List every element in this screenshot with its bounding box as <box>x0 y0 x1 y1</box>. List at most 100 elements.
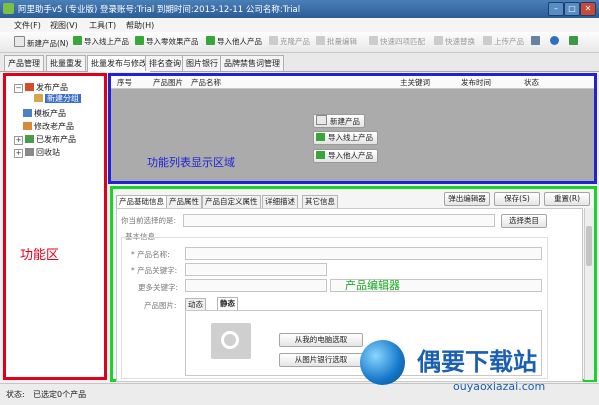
quick-replace-button[interactable]: 快速替换 <box>434 36 475 48</box>
more-keyword-field[interactable] <box>185 279 327 292</box>
menu-help[interactable]: 帮助(H) <box>126 20 154 31</box>
edit-icon <box>23 122 32 130</box>
import-online-button[interactable]: 导入线上产品 <box>73 36 129 48</box>
tree-node-template[interactable]: 模板产品 <box>23 108 66 119</box>
product-name-field[interactable] <box>185 247 542 260</box>
import-icon <box>316 133 325 141</box>
col-publish-time[interactable]: 发布时间 <box>461 77 491 88</box>
keyword-label: * 产品关键字: <box>131 266 178 275</box>
select-category-button[interactable]: 选择类目 <box>501 214 547 228</box>
function-area-annotation: 功能区 <box>20 248 60 263</box>
import-icon <box>316 151 325 159</box>
save-button[interactable]: 保存(S) <box>494 192 540 206</box>
col-name[interactable]: 产品名称 <box>191 77 221 88</box>
expand-icon[interactable]: + <box>14 149 23 158</box>
clone-button[interactable]: 克隆产品 <box>269 36 310 48</box>
col-index[interactable]: 序号 <box>117 77 132 88</box>
camera-placeholder-icon <box>211 323 251 359</box>
status-value: 已选定0个产品 <box>33 390 87 399</box>
minimize-button[interactable]: – <box>548 2 564 16</box>
etab-description[interactable]: 详细描述 <box>262 195 298 208</box>
name-label: * 产品名称: <box>131 250 170 259</box>
close-button[interactable]: ✕ <box>580 2 596 16</box>
upload-icon <box>483 36 492 45</box>
keyword-field[interactable] <box>185 263 327 276</box>
tab-rank-query[interactable]: 排名查询 <box>145 55 185 71</box>
tree-node-recycle[interactable]: + 回收站 <box>14 147 60 158</box>
scrollbar-thumb[interactable] <box>586 226 592 266</box>
list-import-online-button[interactable]: 导入线上产品 <box>313 131 378 145</box>
maximize-button[interactable]: □ <box>564 2 580 16</box>
popup-editor-button[interactable]: 弹出编辑器 <box>444 192 490 206</box>
etab-attributes[interactable]: 产品属性 <box>166 195 202 208</box>
replace-icon <box>434 36 443 45</box>
menu-file[interactable]: 文件(F) <box>14 20 41 31</box>
from-image-bank-button[interactable]: 从图片银行选取 <box>279 353 363 367</box>
more-keyword-label: 更多关键字: <box>138 283 179 292</box>
folder-icon <box>25 135 34 143</box>
import-icon <box>206 36 215 45</box>
watermark-logo-icon <box>360 340 405 385</box>
menu-view[interactable]: 视图(V) <box>50 20 78 31</box>
edit-icon <box>316 36 325 45</box>
title-bar: 阿里助手v5 (专业版) 登录账号:Trial 到期时间:2013-12-11 … <box>0 0 599 18</box>
watermark: 偶要下载站 ouyaoxiazai.com <box>355 330 599 404</box>
watermark-text: 偶要下载站 <box>417 348 537 376</box>
etab-custom-attributes[interactable]: 产品自定义属性 <box>202 195 261 208</box>
folder-icon <box>25 83 34 91</box>
import-zero-button[interactable]: 导入零效果产品 <box>135 36 199 48</box>
new-product-button[interactable]: 新建产品(N) <box>14 36 68 48</box>
list-area-annotation: 功能列表显示区域 <box>147 156 235 169</box>
image-label: 产品图片: <box>144 301 177 310</box>
folder-icon <box>34 94 43 102</box>
col-status[interactable]: 状态 <box>524 77 539 88</box>
batch-edit-button[interactable]: 批量编辑 <box>316 36 357 48</box>
tab-brand-words[interactable]: 品牌禁售词管理 <box>220 55 284 71</box>
tab-batch-publish-modify[interactable]: 批量发布与修改 <box>87 55 151 72</box>
user-icon <box>569 36 578 45</box>
tree-node-new-group[interactable]: 新建分组 <box>34 93 81 104</box>
tab-batch-republish[interactable]: 批量重发 <box>46 55 86 71</box>
from-computer-button[interactable]: 从我的电脑选取 <box>279 333 363 347</box>
list-header: 序号 产品图片 产品名称 主关键词 发布时间 状态 <box>111 76 594 89</box>
editor-annotation: 产品编辑器 <box>345 279 400 292</box>
list-new-product-button[interactable]: 新建产品 <box>313 114 365 128</box>
etab-other[interactable]: 其它信息 <box>302 195 338 208</box>
col-keyword[interactable]: 主关键词 <box>400 77 430 88</box>
recycle-bin-icon <box>25 148 34 156</box>
settings-button[interactable] <box>531 36 542 48</box>
collapse-icon[interactable]: − <box>14 84 23 93</box>
tree-node-published[interactable]: + 已发布产品 <box>14 134 76 145</box>
product-list-panel: 序号 产品图片 产品名称 主关键词 发布时间 状态 新建产品 导入线上产品 导入… <box>108 73 597 184</box>
window-title: 阿里助手v5 (专业版) 登录账号:Trial 到期时间:2013-12-11 … <box>18 5 301 15</box>
status-label: 状态: <box>6 390 25 399</box>
main-tab-bar: 产品管理 批量重发 批量发布与修改 排名查询 图片银行 品牌禁售词管理 <box>0 53 599 72</box>
image-tab-static[interactable]: 静态 <box>217 297 238 310</box>
help-button[interactable] <box>550 36 561 48</box>
new-doc-icon <box>14 36 25 47</box>
gear-icon <box>531 36 540 45</box>
category-label: 你当前选择的是: <box>121 216 177 225</box>
user-button[interactable] <box>569 36 580 48</box>
tree-node-publish[interactable]: − 发布产品 <box>14 82 68 93</box>
toolbar: 新建产品(N) 导入线上产品 导入零效果产品 导入他人产品 克隆产品 批量编辑 … <box>0 32 599 53</box>
list-import-others-button[interactable]: 导入他人产品 <box>313 149 378 163</box>
reset-button[interactable]: 重置(R) <box>544 192 590 206</box>
expand-icon[interactable]: + <box>14 136 23 145</box>
template-icon <box>23 109 32 117</box>
import-icon <box>73 36 82 45</box>
tab-product-manage[interactable]: 产品管理 <box>4 55 44 71</box>
upload-button[interactable]: 上传产品 <box>483 36 524 48</box>
category-field[interactable] <box>183 214 495 227</box>
tree-node-modify-old[interactable]: 修改老产品 <box>23 121 74 132</box>
import-others-button[interactable]: 导入他人产品 <box>206 36 262 48</box>
quick-match-button[interactable]: 快速四项匹配 <box>369 36 425 48</box>
menu-bar: 文件(F) 视图(V) 工具(T) 帮助(H) <box>0 18 599 33</box>
new-doc-icon <box>316 115 327 125</box>
tab-image-bank[interactable]: 图片银行 <box>182 55 222 71</box>
etab-basic[interactable]: 产品基础信息 <box>116 195 167 208</box>
col-image[interactable]: 产品图片 <box>153 77 183 88</box>
function-area-panel: − 发布产品 新建分组 模板产品 修改老产品 + 已发布产品 + 回收站 功能区 <box>3 73 107 380</box>
menu-tools[interactable]: 工具(T) <box>89 20 116 31</box>
app-icon <box>3 3 14 14</box>
